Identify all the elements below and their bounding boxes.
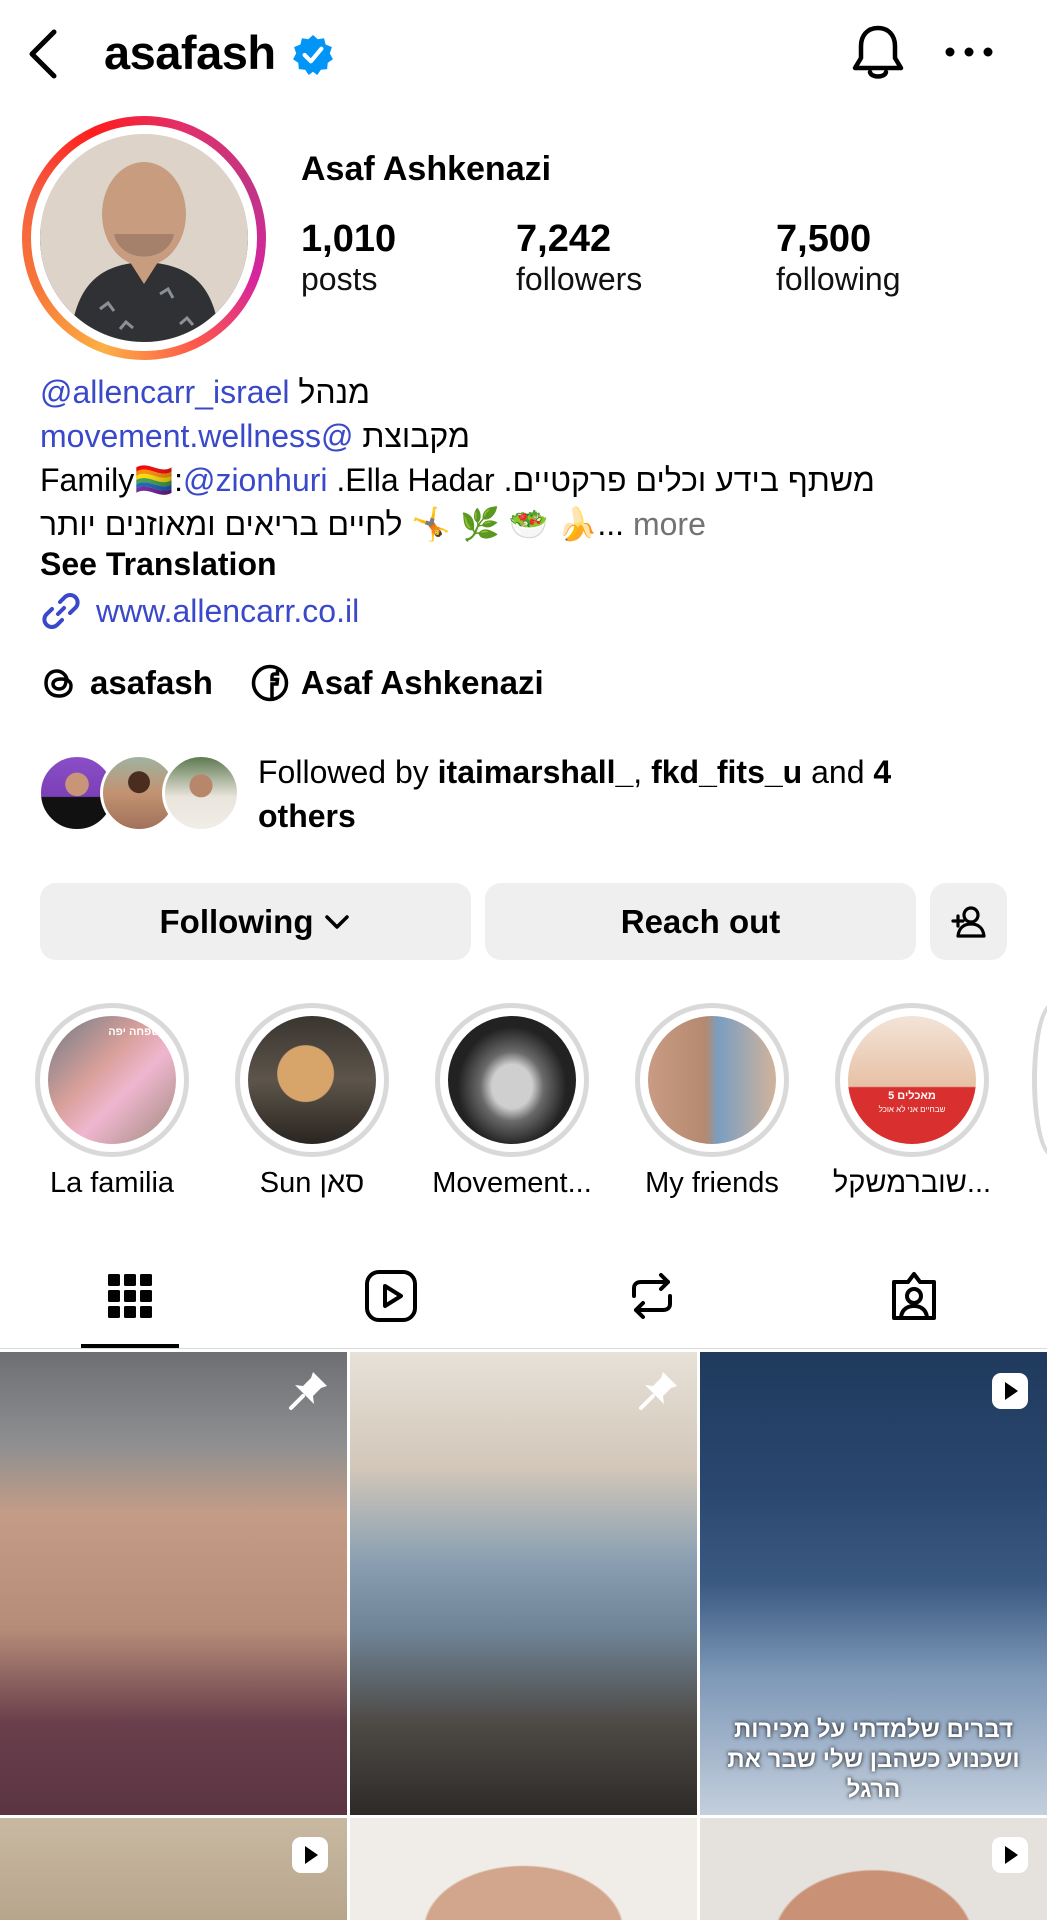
bio-text-4: לחיים בריאים ומאוזנים יותר 🤸 🌿 🥗 🍌... [40,506,625,542]
bio-mention-movement[interactable]: movement.wellness@ [40,418,353,454]
chevron-down-icon [325,914,350,929]
reach-out-button[interactable]: Reach out [485,883,916,960]
profile-full-name: Asaf Ashkenazi [301,150,552,188]
bio-line-3: Family🏳️‍🌈:@zionhuri .Ella Hadar .משתף ב… [40,458,875,502]
threads-handle[interactable]: asafash [90,664,213,702]
verified-badge-icon [293,35,333,75]
stat-followers[interactable]: 7,242 followers [516,218,642,298]
followed-by-and: and [802,754,874,790]
highlight-cover-weight-loss: 5 מאכלים שבחיים אני לא אוכל [848,1016,976,1144]
website-link[interactable]: www.allencarr.co.il [40,590,359,632]
following-count: 7,500 [776,218,872,260]
social-links-row: asafash Asaf Ashkenazi [40,664,544,702]
highlight-movement[interactable]: Movement... [432,1003,592,1200]
profile-username: asafash [104,26,276,79]
mutual-followers-avatars[interactable] [38,754,246,838]
following-button-label: Following [159,902,314,940]
post-tile-6[interactable] [700,1818,1047,1920]
highlight-sun[interactable]: Sun סאן [232,1003,392,1200]
post-tile-2[interactable] [350,1352,697,1815]
stat-following[interactable]: 7,500 following [776,218,901,298]
bio-line-1: @allencarr_israel מנהל [40,370,370,414]
mutual-user-2[interactable]: fkd_fits_u [651,754,802,790]
threads-icon[interactable] [40,664,78,702]
website-url: www.allencarr.co.il [96,592,360,629]
post-tile-5[interactable] [350,1818,697,1920]
mutual-user-1[interactable]: itaimarshall_ [438,754,634,790]
followed-by-separator: , [633,754,652,790]
bio-more-link[interactable]: more [624,506,706,542]
following-label: following [776,261,901,297]
highlight-partial[interactable] [1032,1003,1047,1157]
bio-text-1: מנהל [289,374,371,410]
bio-text-2: מקבוצת [353,418,470,454]
highlight-cover-movement [448,1016,576,1144]
followed-by-prefix: Followed by [258,754,438,790]
post-tile-3[interactable]: דברים שלמדתי על מכירות ושכנוע כשהבן שלי … [700,1352,1047,1815]
bell-icon[interactable] [848,22,908,84]
tab-divider [0,1348,1047,1349]
highlight-ring [235,1003,389,1157]
post-tile-4[interactable] [0,1818,347,1920]
highlight-label: Sun סאן [259,1167,365,1199]
reach-out-button-label: Reach out [620,902,781,940]
bio-text-3: .Ella Hadar .משתף בידע וכלים פרקטיים [327,462,875,498]
mutual-others-count: 4 [873,754,892,790]
highlight-label: La familia [49,1167,175,1199]
highlight-cover-text: משפחה יפה [108,1026,168,1038]
bio-mention-allencarr[interactable]: @allencarr_israel [40,374,289,410]
highlight-ring [435,1003,589,1157]
reposts-tab-icon[interactable] [622,1266,682,1326]
stat-posts[interactable]: 1,010 posts [301,218,396,298]
highlight-cover-text-mid: שבחיים אני לא אוכל [878,1105,946,1114]
post-caption-overlay: דברים שלמדתי על מכירות ושכנוע כשהבן שלי … [727,1716,1020,1803]
bio-mention-zionhuri[interactable]: @zionhuri [183,462,328,498]
highlight-cover-sun [248,1016,376,1144]
highlight-weight-loss[interactable]: 5 מאכלים שבחיים אני לא אוכל שוברמשקל... [832,1003,992,1200]
see-translation-link[interactable]: See Translation [40,546,277,583]
highlight-my-friends[interactable]: My friends [632,1003,792,1200]
highlight-cover-my-friends [648,1016,776,1144]
reels-tab-icon[interactable] [361,1266,421,1326]
suggested-users-button[interactable] [930,883,1007,960]
facebook-name[interactable]: Asaf Ashkenazi [301,664,544,702]
following-button[interactable]: Following [40,883,471,960]
link-icon [42,593,80,629]
pin-icon [289,1372,327,1410]
avatar-portrait [40,134,248,342]
mutual-avatar-3 [162,754,240,832]
highlight-ring: 5 מאכלים שבחיים אני לא אוכל [835,1003,989,1157]
reel-icon [992,1373,1028,1409]
followers-label: followers [516,261,643,297]
profile-avatar[interactable] [40,134,248,342]
mutual-others-label: others [258,798,356,834]
highlight-label: Movement... [432,1167,592,1199]
pin-icon [639,1372,677,1410]
bio-line-2: movement.wellness@ מקבוצת [40,414,470,458]
posts-count: 1,010 [301,218,397,260]
highlight-label: My friends [645,1167,779,1199]
reel-icon [292,1837,328,1873]
highlight-cover-la-familia: משפחה יפה [48,1016,176,1144]
followed-by-text[interactable]: Followed by itaimarshall_, fkd_fits_u an… [258,750,998,838]
back-chevron-icon[interactable] [22,26,66,82]
more-options-icon[interactable] [944,44,994,60]
followers-count: 7,242 [516,218,612,260]
highlight-cover-text-top: 5 מאכלים [888,1090,936,1102]
reel-icon [992,1837,1028,1873]
highlight-la-familia[interactable]: משפחה יפה La familia [32,1003,192,1200]
post-tile-1[interactable] [0,1352,347,1815]
bio-family-prefix: Family🏳️‍🌈: [40,462,183,498]
tagged-tab-icon[interactable] [884,1266,944,1326]
facebook-icon[interactable] [251,664,289,702]
add-person-icon [950,905,986,938]
highlight-ring [635,1003,789,1157]
grid-tab-icon[interactable] [100,1266,160,1326]
posts-label: posts [301,261,378,297]
highlight-ring: משפחה יפה [35,1003,189,1157]
highlight-label: שוברמשקל... [832,1167,992,1199]
bio-line-4: לחיים בריאים ומאוזנים יותר 🤸 🌿 🥗 🍌... mo… [40,502,706,546]
